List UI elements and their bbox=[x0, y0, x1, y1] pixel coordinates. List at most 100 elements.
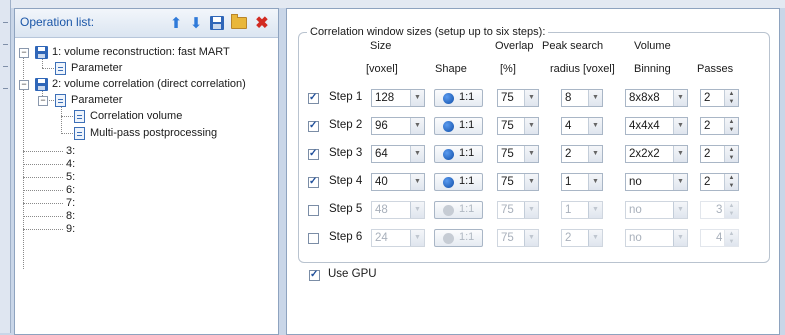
step-1-passes-stepper[interactable]: 2 ▲ ▼ bbox=[700, 89, 739, 107]
dropdown-arrow-icon: ▼ bbox=[410, 118, 424, 134]
tree-item-slot-4[interactable]: 4: bbox=[66, 158, 75, 171]
step-4-shape-ratio: 1:1 bbox=[459, 175, 475, 187]
step-3-overlap-select[interactable]: 75 ▼ bbox=[497, 145, 539, 163]
step-3-peak-select[interactable]: 2 ▼ bbox=[561, 145, 603, 163]
dropdown-arrow-icon: ▼ bbox=[524, 146, 538, 162]
step-2-peak-select[interactable]: 4 ▼ bbox=[561, 117, 603, 135]
dropdown-arrow-icon: ▼ bbox=[588, 174, 602, 190]
tree-item-slot-9[interactable]: 9: bbox=[66, 223, 75, 236]
step-2-binning-select[interactable]: 4x4x4 ▼ bbox=[625, 117, 688, 135]
tree-slot-line bbox=[23, 190, 63, 191]
step-3-binning-select[interactable]: 2x2x2 ▼ bbox=[625, 145, 688, 163]
tree-item-multi-pass[interactable]: Multi-pass postprocessing bbox=[90, 127, 217, 140]
step-5-checkbox[interactable] bbox=[308, 205, 319, 216]
step-3-checkbox[interactable] bbox=[308, 148, 319, 160]
correlation-volume-icon bbox=[74, 110, 85, 123]
step-2-passes-stepper[interactable]: 2 ▲ ▼ bbox=[700, 117, 739, 135]
step-5-shape-button[interactable]: 1:1 bbox=[434, 201, 483, 219]
step-6-passes-stepper[interactable]: 4 ▲ ▼ bbox=[700, 229, 739, 247]
tree-item-op1[interactable]: 1: volume reconstruction: fast MART bbox=[52, 46, 230, 59]
collapse-toggle[interactable]: − bbox=[19, 48, 29, 58]
dropdown-arrow-icon: ▼ bbox=[410, 202, 424, 218]
tree-item-slot-7[interactable]: 7: bbox=[66, 197, 75, 210]
step-1-overlap-select[interactable]: 75 ▼ bbox=[497, 89, 539, 107]
move-down-button[interactable]: ⬇ bbox=[187, 14, 205, 32]
step-5-binning-select[interactable]: no ▼ bbox=[625, 201, 688, 219]
spin-arrows-icon[interactable]: ▲ ▼ bbox=[724, 202, 738, 218]
spin-arrows-icon[interactable]: ▲ ▼ bbox=[724, 90, 738, 106]
step-1-binning-select[interactable]: 8x8x8 ▼ bbox=[625, 89, 688, 107]
step-3-passes-stepper[interactable]: 2 ▲ ▼ bbox=[700, 145, 739, 163]
step-4-peak-select[interactable]: 1 ▼ bbox=[561, 173, 603, 191]
step-6-overlap-select[interactable]: 75 ▼ bbox=[497, 229, 539, 247]
step-1-size-select[interactable]: 128 ▼ bbox=[371, 89, 425, 107]
collapse-toggle[interactable]: − bbox=[19, 80, 29, 90]
tree-slot-line bbox=[23, 216, 63, 217]
sphere-icon bbox=[443, 177, 454, 188]
tree-item-op1-parameter[interactable]: Parameter bbox=[71, 62, 122, 75]
step-1-checkbox[interactable] bbox=[308, 92, 319, 104]
parameter-icon bbox=[55, 94, 66, 107]
step-5-size-value: 48 bbox=[375, 204, 388, 216]
step-4-binning-select[interactable]: no ▼ bbox=[625, 173, 688, 191]
step-6-checkbox[interactable] bbox=[308, 233, 319, 244]
tree-branch-line bbox=[61, 104, 62, 134]
move-down-icon: ⬇ bbox=[189, 15, 203, 32]
step-5-overlap-value: 75 bbox=[501, 204, 514, 216]
step-4-checkbox[interactable] bbox=[308, 176, 319, 188]
step-4-overlap-select[interactable]: 75 ▼ bbox=[497, 173, 539, 191]
spin-arrows-icon[interactable]: ▲ ▼ bbox=[724, 118, 738, 134]
spin-arrows-icon[interactable]: ▲ ▼ bbox=[724, 174, 738, 190]
open-folder-icon bbox=[231, 14, 247, 29]
header-size-unit: [voxel] bbox=[366, 63, 398, 75]
step-6-binning-select[interactable]: no ▼ bbox=[625, 229, 688, 247]
window-top-edge bbox=[10, 0, 785, 8]
tree-branch-line bbox=[42, 68, 54, 69]
tree-item-slot-5[interactable]: 5: bbox=[66, 171, 75, 184]
header-shape: Shape bbox=[435, 63, 467, 75]
use-gpu-checkbox[interactable] bbox=[309, 269, 320, 281]
step-5-overlap-select[interactable]: 75 ▼ bbox=[497, 201, 539, 219]
step-6-peak-select[interactable]: 2 ▼ bbox=[561, 229, 603, 247]
tree-item-correlation-volume[interactable]: Correlation volume bbox=[90, 110, 182, 123]
step-2-shape-button[interactable]: 1:1 bbox=[434, 117, 483, 135]
collapse-toggle[interactable]: − bbox=[38, 96, 48, 106]
dropdown-arrow-icon: ▼ bbox=[673, 202, 687, 218]
step-6-shape-button[interactable]: 1:1 bbox=[434, 229, 483, 247]
tree-item-slot-3[interactable]: 3: bbox=[66, 145, 75, 158]
step-2-size-select[interactable]: 96 ▼ bbox=[371, 117, 425, 135]
step-4-passes-stepper[interactable]: 2 ▲ ▼ bbox=[700, 173, 739, 191]
tree-branch-line bbox=[61, 133, 73, 134]
sphere-icon bbox=[443, 205, 454, 216]
tree-branch-line bbox=[61, 116, 73, 117]
step-3-size-select[interactable]: 64 ▼ bbox=[371, 145, 425, 163]
step-5-peak-select[interactable]: 1 ▼ bbox=[561, 201, 603, 219]
delete-button[interactable]: ✖ bbox=[253, 14, 271, 32]
step-4-peak-value: 1 bbox=[565, 176, 572, 188]
save-button[interactable] bbox=[208, 14, 226, 32]
step-5-passes-stepper[interactable]: 3 ▲ ▼ bbox=[700, 201, 739, 219]
tree-item-op2-parameter[interactable]: Parameter bbox=[71, 94, 122, 107]
step-1-shape-button[interactable]: 1:1 bbox=[434, 89, 483, 107]
dropdown-arrow-icon: ▼ bbox=[410, 230, 424, 246]
step-3-shape-button[interactable]: 1:1 bbox=[434, 145, 483, 163]
tree-item-op2[interactable]: 2: volume correlation (direct correlatio… bbox=[52, 78, 246, 91]
step-3-passes-value: 2 bbox=[704, 148, 711, 160]
tree-item-slot-6[interactable]: 6: bbox=[66, 184, 75, 197]
step-3-size-value: 64 bbox=[375, 148, 388, 160]
use-gpu-label: Use GPU bbox=[328, 268, 377, 280]
correlation-window-group: Correlation window sizes (setup up to si… bbox=[298, 26, 770, 263]
open-folder-button[interactable] bbox=[230, 14, 248, 32]
step-4-size-select[interactable]: 40 ▼ bbox=[371, 173, 425, 191]
step-2-overlap-select[interactable]: 75 ▼ bbox=[497, 117, 539, 135]
step-2-checkbox[interactable] bbox=[308, 120, 319, 132]
move-up-button[interactable]: ⬆ bbox=[167, 14, 185, 32]
spin-arrows-icon[interactable]: ▲ ▼ bbox=[724, 146, 738, 162]
step-4-shape-button[interactable]: 1:1 bbox=[434, 173, 483, 191]
tree-item-slot-8[interactable]: 8: bbox=[66, 210, 75, 223]
step-5-size-select[interactable]: 48 ▼ bbox=[371, 201, 425, 219]
step-1-peak-select[interactable]: 8 ▼ bbox=[561, 89, 603, 107]
header-overlap-unit: [%] bbox=[500, 63, 516, 75]
step-6-size-select[interactable]: 24 ▼ bbox=[371, 229, 425, 247]
spin-arrows-icon[interactable]: ▲ ▼ bbox=[724, 230, 738, 246]
